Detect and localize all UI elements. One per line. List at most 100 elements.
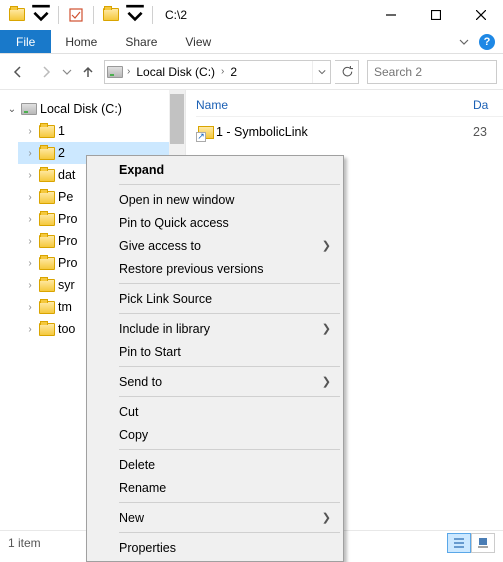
- tree-root[interactable]: ⌄ Local Disk (C:): [0, 98, 185, 120]
- details-view-button[interactable]: [447, 533, 471, 553]
- menu-properties[interactable]: Properties: [89, 536, 341, 559]
- menu-separator: [119, 184, 340, 185]
- drive-icon: [105, 66, 125, 78]
- folder-icon: [38, 147, 56, 160]
- tree-item-label: Pro: [58, 234, 77, 248]
- menu-open-new-window[interactable]: Open in new window: [89, 188, 341, 211]
- item-count: 1 item: [8, 536, 41, 550]
- recent-locations-icon[interactable]: [62, 60, 72, 84]
- qat-dropdown-icon[interactable]: [30, 4, 52, 26]
- tree-item-label: Pe: [58, 190, 73, 204]
- chevron-right-icon[interactable]: ›: [24, 280, 36, 291]
- menu-separator: [119, 532, 340, 533]
- menu-pin-start[interactable]: Pin to Start: [89, 340, 341, 363]
- tree-item-label: dat: [58, 168, 75, 182]
- submenu-arrow-icon: ❯: [322, 511, 331, 524]
- column-headers: Name Da: [196, 98, 503, 117]
- menu-separator: [119, 313, 340, 314]
- search-box[interactable]: [367, 60, 497, 84]
- submenu-arrow-icon: ❯: [322, 375, 331, 388]
- chevron-right-icon[interactable]: ›: [24, 214, 36, 225]
- menu-send-to[interactable]: Send to❯: [89, 370, 341, 393]
- breadcrumb-folder[interactable]: 2: [226, 61, 241, 83]
- up-button[interactable]: [76, 60, 100, 84]
- chevron-right-icon[interactable]: ›: [24, 126, 36, 137]
- folder-icon: [38, 235, 56, 248]
- chevron-right-icon[interactable]: ›: [125, 66, 132, 77]
- refresh-button[interactable]: [335, 60, 359, 84]
- tree-item-label: tm: [58, 300, 72, 314]
- forward-button[interactable]: [34, 60, 58, 84]
- menu-pin-quick-access[interactable]: Pin to Quick access: [89, 211, 341, 234]
- tab-view[interactable]: View: [171, 30, 225, 53]
- tab-share[interactable]: Share: [111, 30, 171, 53]
- tab-home[interactable]: Home: [51, 30, 111, 53]
- separator: [93, 6, 94, 24]
- menu-separator: [119, 502, 340, 503]
- folder-icon: [38, 279, 56, 292]
- window-title: C:\2: [165, 8, 187, 22]
- chevron-right-icon[interactable]: ›: [24, 258, 36, 269]
- menu-restore-versions[interactable]: Restore previous versions: [89, 257, 341, 280]
- folder-icon: [38, 191, 56, 204]
- address-bar[interactable]: › Local Disk (C:) › 2: [104, 60, 331, 84]
- app-icon[interactable]: [6, 4, 28, 26]
- drive-icon: [20, 103, 38, 115]
- menu-expand[interactable]: Expand: [89, 158, 341, 181]
- new-folder-icon[interactable]: [100, 4, 122, 26]
- back-button[interactable]: [6, 60, 30, 84]
- folder-icon: [38, 257, 56, 270]
- separator: [58, 6, 59, 24]
- chevron-right-icon[interactable]: ›: [24, 170, 36, 181]
- menu-include-library[interactable]: Include in library❯: [89, 317, 341, 340]
- chevron-right-icon[interactable]: ›: [24, 192, 36, 203]
- view-toggles: [447, 533, 495, 553]
- column-name[interactable]: Name: [196, 98, 473, 112]
- navigation-bar: › Local Disk (C:) › 2: [0, 54, 503, 90]
- scrollbar-thumb[interactable]: [170, 94, 184, 144]
- close-button[interactable]: [458, 0, 503, 30]
- file-name: 1 - SymbolicLink: [216, 125, 473, 139]
- folder-icon: [38, 125, 56, 138]
- submenu-arrow-icon: ❯: [322, 239, 331, 252]
- menu-separator: [119, 449, 340, 450]
- properties-icon[interactable]: [65, 4, 87, 26]
- menu-new[interactable]: New❯: [89, 506, 341, 529]
- submenu-arrow-icon: ❯: [322, 322, 331, 335]
- menu-rename[interactable]: Rename: [89, 476, 341, 499]
- chevron-right-icon[interactable]: ›: [24, 302, 36, 313]
- menu-separator: [119, 396, 340, 397]
- file-date: 23: [473, 125, 503, 139]
- chevron-right-icon[interactable]: ›: [24, 324, 36, 335]
- minimize-button[interactable]: [368, 0, 413, 30]
- menu-pick-link-source[interactable]: Pick Link Source: [89, 287, 341, 310]
- menu-cut[interactable]: Cut: [89, 400, 341, 423]
- column-date[interactable]: Da: [473, 98, 503, 112]
- file-item[interactable]: 1 - SymbolicLink23: [196, 121, 503, 143]
- tree-item-label: 1: [58, 124, 65, 138]
- separator: [152, 6, 153, 24]
- ribbon-tabs: File Home Share View ?: [0, 30, 503, 54]
- menu-delete[interactable]: Delete: [89, 453, 341, 476]
- tree-item[interactable]: ›1: [18, 120, 185, 142]
- breadcrumb-drive[interactable]: Local Disk (C:): [132, 61, 219, 83]
- chevron-right-icon[interactable]: ›: [219, 66, 226, 77]
- large-icons-view-button[interactable]: [471, 533, 495, 553]
- search-input[interactable]: [372, 64, 503, 80]
- maximize-button[interactable]: [413, 0, 458, 30]
- ribbon-expand-icon[interactable]: [455, 33, 473, 51]
- help-icon[interactable]: ?: [479, 34, 495, 50]
- file-tab[interactable]: File: [0, 30, 51, 53]
- folder-icon: [38, 301, 56, 314]
- chevron-right-icon[interactable]: ›: [24, 236, 36, 247]
- menu-give-access[interactable]: Give access to❯: [89, 234, 341, 257]
- chevron-down-icon[interactable]: ⌄: [6, 104, 18, 115]
- chevron-right-icon[interactable]: ›: [24, 148, 36, 159]
- address-dropdown-icon[interactable]: [312, 61, 330, 83]
- tree-item-label: too: [58, 322, 75, 336]
- menu-copy[interactable]: Copy: [89, 423, 341, 446]
- folder-icon: [38, 323, 56, 336]
- symlink-folder-icon: [196, 126, 216, 139]
- qat-customize-icon[interactable]: [124, 4, 146, 26]
- title-bar: C:\2: [0, 0, 503, 30]
